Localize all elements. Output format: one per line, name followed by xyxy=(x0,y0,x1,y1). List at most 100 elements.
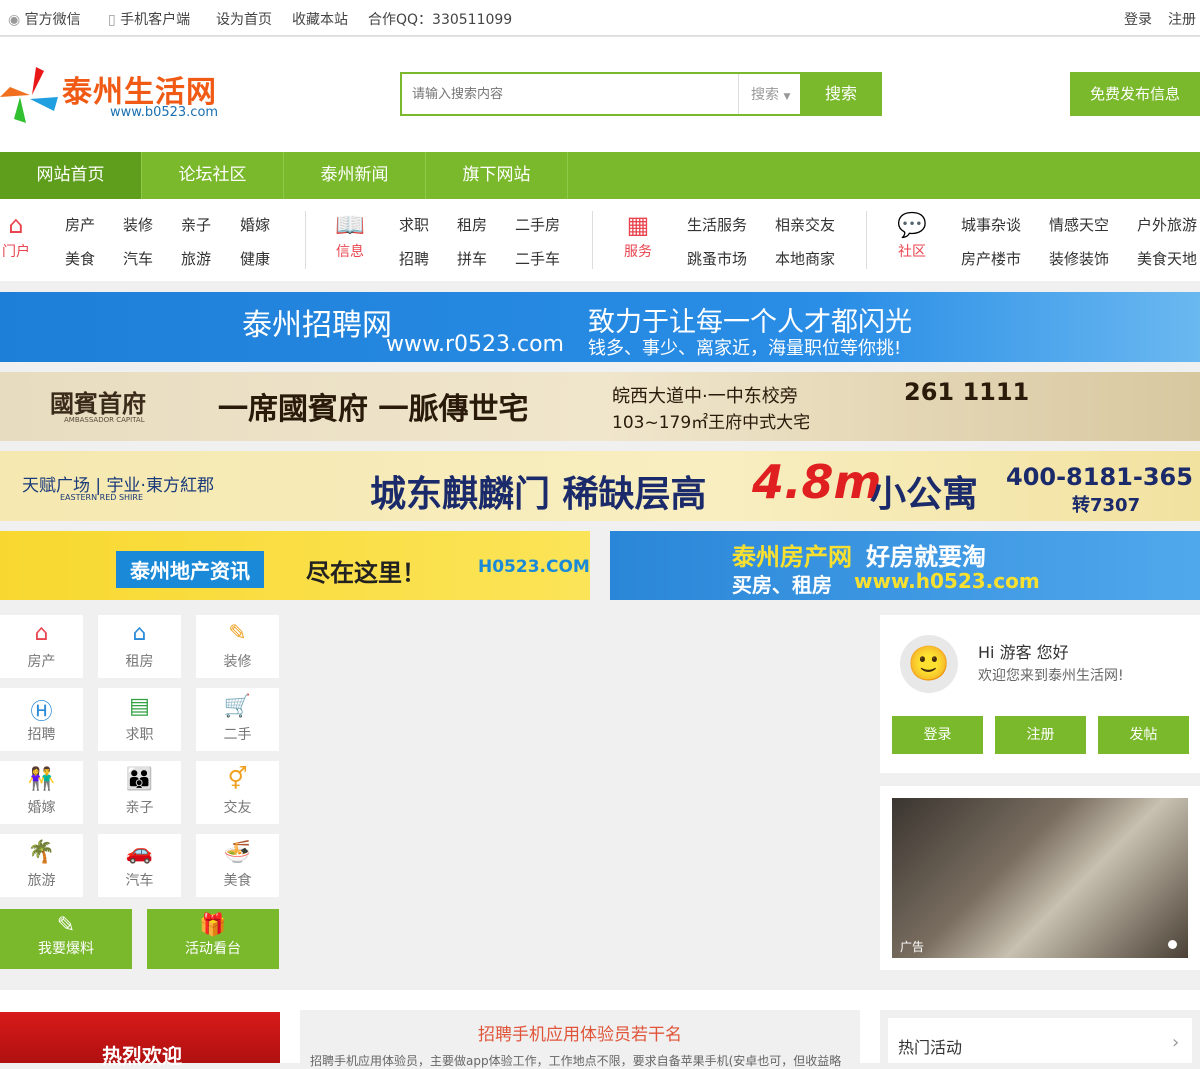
category-portal[interactable]: ⌂ 门户 xyxy=(0,211,36,261)
chevron-right-icon: › xyxy=(1172,1032,1180,1053)
category-link[interactable]: 美食天地 xyxy=(1137,248,1197,269)
tile-house[interactable]: ⌂ 房产 xyxy=(0,615,83,678)
house-key-icon: ⌂ xyxy=(132,621,147,646)
category-link[interactable]: 户外旅游 xyxy=(1137,214,1197,235)
category-title: 服务 xyxy=(624,244,652,260)
banner-height: 4.8m xyxy=(752,455,882,509)
category-link[interactable]: 二手房 xyxy=(515,214,560,235)
category-link[interactable]: 旅游 xyxy=(181,248,211,269)
category-link[interactable]: 租房 xyxy=(457,214,487,235)
tile-hiring[interactable]: Ⓗ 招聘 xyxy=(0,688,83,751)
tile-label: 租房 xyxy=(125,654,154,670)
qq-label: 合作QQ： xyxy=(368,12,433,28)
palm-tree-icon: 🌴 xyxy=(27,840,56,865)
tile-parenting[interactable]: 👪 亲子 xyxy=(98,761,181,824)
category-link[interactable]: 拼车 xyxy=(457,248,487,269)
events-button[interactable]: 🎁 活动看台 xyxy=(147,909,279,969)
divider xyxy=(866,211,867,269)
nav-news[interactable]: 泰州新闻 xyxy=(284,152,426,199)
tile-label: 亲子 xyxy=(125,800,154,816)
carousel-dot[interactable] xyxy=(1168,940,1177,949)
category-service[interactable]: ▦ 服务 xyxy=(618,211,658,261)
chat-icon: 💬 xyxy=(897,211,927,239)
post-button[interactable]: 发帖 xyxy=(1098,716,1189,754)
category-link[interactable]: 求职 xyxy=(399,214,429,235)
banner-phone: 400-8181-365 xyxy=(1006,463,1193,491)
category-community[interactable]: 💬 社区 xyxy=(892,211,932,261)
hot-events-header[interactable]: 热门活动 › xyxy=(888,1018,1192,1063)
category-link[interactable]: 二手车 xyxy=(515,248,560,269)
category-link[interactable]: 跳蚤市场 xyxy=(687,248,747,269)
category-info[interactable]: 📖 信息 xyxy=(330,211,370,261)
logo-icon xyxy=(0,67,58,123)
category-link[interactable]: 相亲交友 xyxy=(775,214,835,235)
category-link[interactable]: 装修 xyxy=(123,214,153,235)
tile-dating[interactable]: ⚥ 交友 xyxy=(196,761,279,824)
report-news-button[interactable]: ✎ 我要爆料 xyxy=(0,909,132,969)
category-link[interactable]: 本地商家 xyxy=(775,248,835,269)
wechat-label: 官方微信 xyxy=(24,12,81,28)
publish-button[interactable]: 免费发布信息 xyxy=(1070,72,1200,116)
user-welcome: 欢迎您来到泰州生活网! xyxy=(978,668,1124,684)
nav-forum[interactable]: 论坛社区 xyxy=(142,152,284,199)
tile-label: 求职 xyxy=(125,727,154,743)
category-link[interactable]: 房产楼市 xyxy=(961,248,1021,269)
set-homepage-link[interactable]: 设为首页 xyxy=(216,9,272,29)
tile-jobseek[interactable]: ▤ 求职 xyxy=(98,688,181,751)
bookmark-link[interactable]: 收藏本站 xyxy=(292,9,348,29)
mobile-link[interactable]: ▯ 手机客户端 xyxy=(108,9,190,29)
category-link[interactable]: 情感天空 xyxy=(1049,214,1109,235)
welcome-banner[interactable]: 热烈欢迎 xyxy=(0,1012,280,1068)
button-label: 我要爆料 xyxy=(38,941,94,957)
banner-realestate-2[interactable]: 天赋广场 | 宇业·東方紅郡 EASTERN RED SHIRE 城东麒麟门 稀… xyxy=(0,451,1200,521)
banner-slogan: 一席國賓府 一脈傳世宅 xyxy=(218,392,529,427)
tile-rent[interactable]: ⌂ 租房 xyxy=(98,615,181,678)
banner-url: www.h0523.com xyxy=(854,569,1040,593)
banner-house-net[interactable]: 泰州房产网 好房就要淘 买房、租房 www.h0523.com xyxy=(610,531,1200,600)
tile-wedding[interactable]: 👫 婚嫁 xyxy=(0,761,83,824)
banner-brand: 國賓首府 xyxy=(50,390,146,418)
ad-image[interactable]: 广告 xyxy=(892,798,1188,958)
register-button[interactable]: 注册 xyxy=(995,716,1086,754)
tile-car[interactable]: 🚗 汽车 xyxy=(98,834,181,897)
banner-realestate-1[interactable]: 國賓首府 AMBASSADOR CAPITAL 一席國賓府 一脈傳世宅 皖西大道… xyxy=(0,372,1200,441)
search-button[interactable]: 搜索 xyxy=(800,72,882,116)
category-link[interactable]: 装修装饰 xyxy=(1049,248,1109,269)
category-link[interactable]: 汽车 xyxy=(123,248,153,269)
banner-text: 好房就要淘 xyxy=(866,543,986,571)
category-title: 信息 xyxy=(336,244,364,260)
phone-icon: ▯ xyxy=(108,12,116,28)
category-link[interactable]: 房产 xyxy=(65,214,95,235)
category-link[interactable]: 城事杂谈 xyxy=(961,214,1021,235)
banner-tail: 小公寓 xyxy=(870,474,979,515)
register-link[interactable]: 注册 xyxy=(1168,9,1196,29)
ad-panel: 广告 xyxy=(880,786,1200,970)
tile-secondhand[interactable]: 🛒 二手 xyxy=(196,688,279,751)
header: 泰州生活网 www.b0523.com 搜索 ▼ 搜索 免费发布信息 xyxy=(0,37,1200,152)
category-link[interactable]: 美食 xyxy=(65,248,95,269)
button-label: 活动看台 xyxy=(185,941,241,957)
category-link[interactable]: 生活服务 xyxy=(687,214,747,235)
login-button[interactable]: 登录 xyxy=(892,716,983,754)
job-post[interactable]: 招聘手机应用体验员若干名 招聘手机应用体验员，主要做app体验工作，工作地点不限… xyxy=(300,1010,860,1068)
qq-contact[interactable]: 合作QQ：330511099 xyxy=(368,9,512,29)
tile-decoration[interactable]: ✎ 装修 xyxy=(196,615,279,678)
divider xyxy=(305,211,306,269)
tile-travel[interactable]: 🌴 旅游 xyxy=(0,834,83,897)
tile-food[interactable]: 🍜 美食 xyxy=(196,834,279,897)
category-link[interactable]: 健康 xyxy=(240,248,270,269)
nav-sites[interactable]: 旗下网站 xyxy=(426,152,568,199)
search-type-select[interactable]: 搜索 ▼ xyxy=(738,74,800,114)
job-title: 招聘手机应用体验员若干名 xyxy=(478,1025,682,1045)
search-input[interactable] xyxy=(402,74,738,114)
login-link[interactable]: 登录 xyxy=(1124,9,1152,29)
banner-recruitment[interactable]: 泰州招聘网 www.r0523.com 致力于让每一个人才都闪光 钱多、事少、离… xyxy=(0,292,1200,362)
nav-home[interactable]: 网站首页 xyxy=(0,152,142,199)
banner-property-news[interactable]: 泰州地产资讯 尽在这里！ H0523.COM xyxy=(0,531,590,600)
wechat-link[interactable]: ◉ 官方微信 xyxy=(8,9,81,29)
category-link[interactable]: 招聘 xyxy=(399,248,429,269)
category-link[interactable]: 婚嫁 xyxy=(240,214,270,235)
category-title: 门户 xyxy=(2,244,30,260)
gender-icon: ⚥ xyxy=(227,767,248,792)
category-link[interactable]: 亲子 xyxy=(181,214,211,235)
